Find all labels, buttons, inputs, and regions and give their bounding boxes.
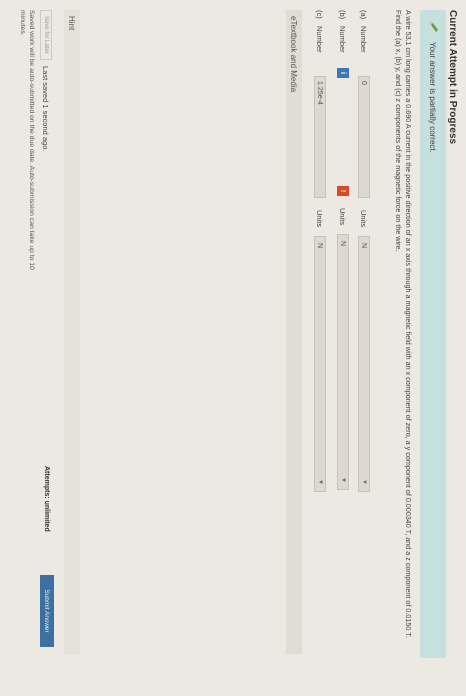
part-a-number-label: Number (359, 26, 369, 53)
chevron-down-icon: ▼ (361, 479, 367, 485)
error-indicator-icon: ! (337, 186, 349, 196)
part-b-units-select[interactable]: N ▼ (337, 234, 349, 490)
last-saved-status: Last saved 1 second ago. (41, 66, 50, 152)
pencil-icon (429, 21, 438, 32)
part-c-units-label: Units (315, 210, 325, 228)
etextbook-section[interactable]: eTextbook and Media (286, 10, 302, 654)
partial-correct-banner: Your answer is partially correct. (420, 10, 446, 658)
part-a-units-select[interactable]: N ▼ (358, 236, 370, 492)
part-c-label: (c) (315, 10, 325, 19)
part-b-row: (b) Number i ! Units N ▼ (337, 10, 349, 490)
attempts-counter: Attempts: unlimited (43, 466, 50, 532)
part-c-units-select[interactable]: N ▼ (314, 236, 326, 492)
part-c-row: (c) Number Units N ▼ (314, 10, 326, 492)
banner-text: Your answer is partially correct. (428, 42, 438, 153)
part-b-number-label: Number (338, 26, 348, 53)
part-a-number-input[interactable] (358, 76, 370, 198)
save-for-later-button[interactable]: Save for Later (40, 10, 52, 60)
question-text: A wire 53.1 cm long carries a 0.690 A cu… (394, 10, 414, 638)
part-a-label: (a) (359, 10, 369, 20)
part-a-row: (a) Number Units N ▼ (358, 10, 370, 492)
autosave-notice: Saved work will be auto-submitted on the… (19, 10, 35, 270)
part-a-unit-value: N (360, 243, 368, 249)
part-c-number-input[interactable] (314, 76, 326, 198)
submit-answer-button[interactable]: Submit Answer (40, 575, 54, 647)
part-b-label: (b) (338, 10, 348, 20)
hint-section[interactable]: Hint (64, 10, 80, 654)
part-b-units-label: Units (338, 208, 348, 226)
part-c-number-label: Number (315, 26, 325, 53)
part-b-number-input[interactable] (337, 76, 349, 196)
part-a-units-label: Units (359, 210, 369, 228)
part-c-unit-value: N (316, 243, 324, 249)
page-title: Current Attempt in Progress (447, 10, 458, 145)
chevron-down-icon: ▼ (340, 477, 346, 483)
chevron-down-icon: ▼ (317, 479, 323, 485)
part-b-unit-value: N (339, 241, 347, 247)
assignment-page: Current Attempt in Progress Your answer … (0, 0, 466, 696)
footer-row: Save for Later Last saved 1 second ago. … (36, 10, 56, 650)
